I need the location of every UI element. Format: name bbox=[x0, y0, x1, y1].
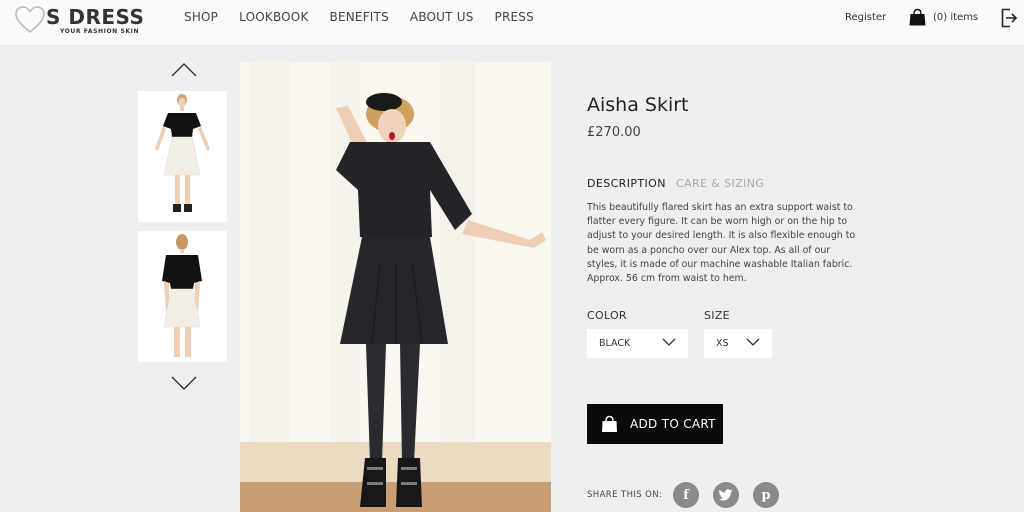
model-back-image bbox=[138, 231, 227, 362]
chevron-down-icon bbox=[662, 338, 676, 346]
product-main-image bbox=[240, 62, 551, 512]
color-select-value: BLACK bbox=[599, 338, 631, 349]
product-price: £270.00 bbox=[587, 125, 641, 140]
facebook-icon[interactable]: f bbox=[673, 482, 699, 508]
site-header: S DRESS YOUR FASHION SKIN SHOP LOOKBOOK … bbox=[0, 0, 1024, 46]
nav-benefits[interactable]: BENEFITS bbox=[330, 10, 389, 24]
size-select-value: XS bbox=[716, 338, 729, 349]
share-label: SHARE THIS ON: bbox=[587, 490, 663, 500]
shopping-bag-icon bbox=[602, 415, 617, 432]
twitter-icon[interactable] bbox=[713, 482, 739, 508]
nav-press[interactable]: PRESS bbox=[495, 10, 534, 24]
tab-care-sizing[interactable]: CARE & SIZING bbox=[676, 177, 764, 190]
shopping-bag-icon bbox=[909, 8, 926, 26]
color-select[interactable]: BLACK bbox=[587, 329, 688, 358]
cart-count: (0) items bbox=[933, 12, 979, 23]
size-select[interactable]: XS bbox=[704, 329, 772, 358]
product-thumbnail-back[interactable] bbox=[138, 231, 227, 362]
chevron-up-icon[interactable] bbox=[171, 63, 197, 77]
brand-name: S DRESS bbox=[46, 5, 145, 29]
model-front-image bbox=[138, 91, 227, 222]
logout-icon[interactable] bbox=[1001, 8, 1017, 28]
add-to-cart-button[interactable]: ADD TO CART bbox=[587, 404, 723, 444]
brand-tagline: YOUR FASHION SKIN bbox=[60, 28, 140, 35]
heart-logo-icon bbox=[15, 6, 45, 34]
product-title: Aisha Skirt bbox=[587, 94, 689, 116]
model-main-image bbox=[240, 62, 551, 512]
tab-description[interactable]: DESCRIPTION bbox=[587, 177, 666, 190]
cart-link[interactable]: (0) items bbox=[908, 8, 978, 27]
pinterest-icon[interactable]: p bbox=[753, 482, 779, 508]
register-link[interactable]: Register bbox=[845, 12, 886, 23]
nav-lookbook[interactable]: LOOKBOOK bbox=[239, 10, 308, 24]
twitter-bird-glyph bbox=[719, 489, 733, 501]
product-description: This beautifully flared skirt has an ext… bbox=[587, 202, 856, 285]
nav-about-us[interactable]: ABOUT US bbox=[410, 10, 474, 24]
chevron-down-icon[interactable] bbox=[171, 376, 197, 390]
product-thumbnail-front[interactable] bbox=[138, 91, 227, 222]
brand-logo[interactable]: S DRESS YOUR FASHION SKIN bbox=[14, 3, 154, 39]
add-to-cart-label: ADD TO CART bbox=[630, 417, 716, 431]
chevron-down-icon bbox=[746, 338, 760, 346]
nav-shop[interactable]: SHOP bbox=[184, 10, 218, 24]
size-label: SIZE bbox=[704, 309, 730, 322]
color-label: COLOR bbox=[587, 309, 627, 322]
main-nav: SHOP LOOKBOOK BENEFITS ABOUT US PRESS bbox=[184, 10, 555, 24]
